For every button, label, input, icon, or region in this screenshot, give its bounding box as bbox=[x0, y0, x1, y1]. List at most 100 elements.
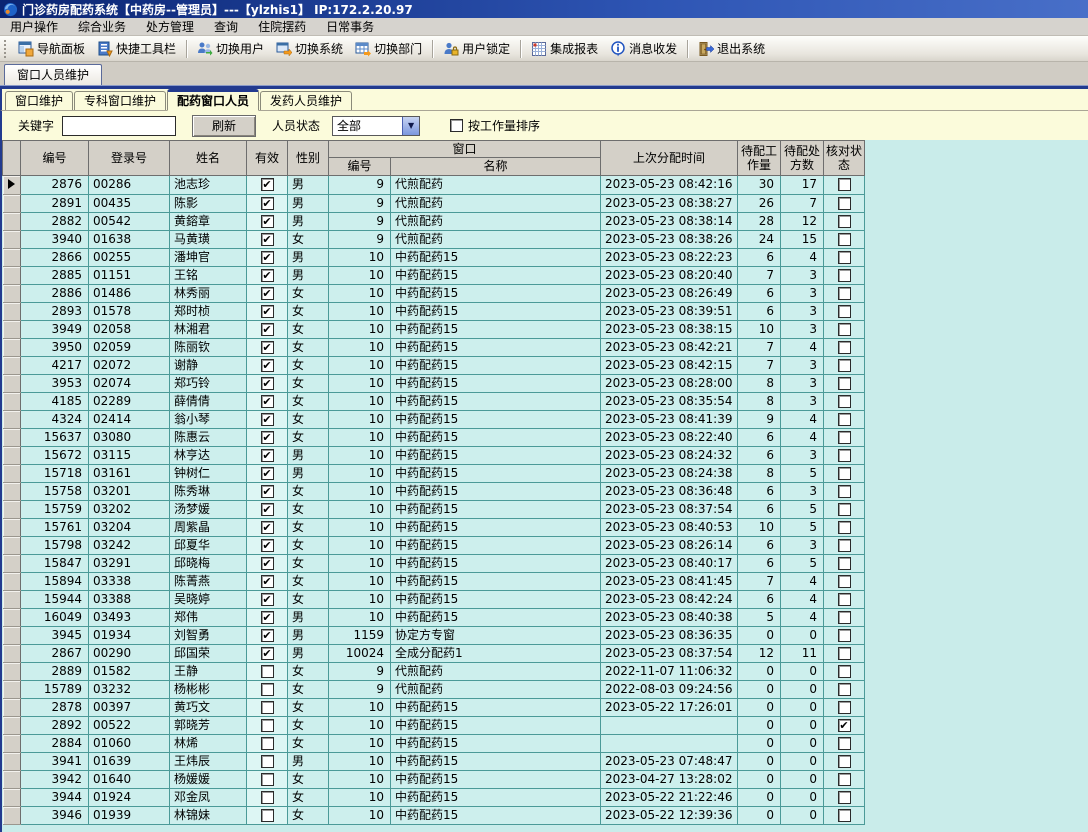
table-row[interactable]: 2884 01060 林烯 女 10 中药配药15 0 0 bbox=[2, 734, 866, 753]
valid-checkbox[interactable]: ✔ bbox=[260, 466, 274, 480]
row-selector[interactable] bbox=[2, 482, 21, 501]
valid-checkbox[interactable]: ✔ bbox=[260, 574, 274, 588]
table-row[interactable]: 15789 03232 杨彬彬女 9 代煎配药 2022-08-03 09:24:56 0 0 bbox=[2, 680, 866, 699]
valid-checkbox[interactable]: ✔ bbox=[260, 502, 274, 516]
table-row[interactable]: 2892 00522 郭晓芳 女 10 中药配药15 0 0 ✔ bbox=[2, 716, 866, 735]
table-row[interactable]: 2876 00286 池志珍 ✔ 男 9 代煎配药 2023-05-23 08:42:16 30… bbox=[2, 175, 866, 195]
check-status-checkbox[interactable] bbox=[837, 520, 851, 534]
table-row[interactable]: 2878 00397 黄巧文 女 10 中药配药15 2023-05-22 17:26:01… bbox=[2, 698, 866, 717]
valid-checkbox[interactable]: ✔ bbox=[260, 448, 274, 462]
row-selector[interactable] bbox=[2, 788, 21, 807]
row-selector[interactable] bbox=[2, 626, 21, 645]
switch-user-button[interactable]: 切换用户 bbox=[191, 38, 270, 60]
valid-checkbox[interactable]: ✔ bbox=[260, 286, 274, 300]
check-status-checkbox[interactable] bbox=[837, 466, 851, 480]
menu-daily[interactable]: 日常事务 bbox=[316, 18, 384, 36]
tab-issuing-staff-maintenance[interactable]: 发药人员维护 bbox=[260, 91, 353, 110]
row-selector[interactable] bbox=[2, 374, 21, 393]
check-status-checkbox[interactable] bbox=[837, 664, 851, 678]
table-row[interactable]: 2867 00290 邱国荣 ✔ 男 10024 全成分配药1 2023-05-23 08:3… bbox=[2, 644, 866, 663]
row-selector[interactable] bbox=[2, 518, 21, 537]
row-selector[interactable] bbox=[2, 266, 21, 285]
check-status-checkbox[interactable] bbox=[837, 790, 851, 804]
check-status-checkbox[interactable] bbox=[837, 358, 851, 372]
check-status-checkbox[interactable] bbox=[837, 430, 851, 444]
valid-checkbox[interactable]: ✔ bbox=[260, 358, 274, 372]
valid-checkbox[interactable]: ✔ bbox=[260, 556, 274, 570]
valid-checkbox[interactable]: ✔ bbox=[260, 538, 274, 552]
valid-checkbox[interactable] bbox=[260, 772, 274, 786]
user-lock-button[interactable]: 用户锁定 bbox=[437, 38, 516, 60]
table-row[interactable]: 15761 03204 周紫晶 ✔ 女 10 中药配药15 2023-05-23 08:40:… bbox=[2, 518, 866, 537]
valid-checkbox[interactable]: ✔ bbox=[260, 322, 274, 336]
valid-checkbox[interactable]: ✔ bbox=[260, 250, 274, 264]
check-status-checkbox[interactable] bbox=[837, 322, 851, 336]
toolbar-grip[interactable] bbox=[4, 39, 8, 58]
valid-checkbox[interactable]: ✔ bbox=[260, 610, 274, 624]
check-status-checkbox[interactable] bbox=[837, 808, 851, 822]
table-row[interactable]: 4217 02072 谢静 ✔ 女 10 中药配药15 2023-05-23 08:42:15… bbox=[2, 356, 866, 375]
quick-toolbar-button[interactable]: 快捷工具栏 bbox=[91, 38, 182, 60]
valid-checkbox[interactable]: ✔ bbox=[260, 304, 274, 318]
nav-panel-button[interactable]: 导航面板 bbox=[12, 38, 91, 60]
valid-checkbox[interactable]: ✔ bbox=[260, 214, 274, 228]
table-row[interactable]: 2882 00542 黄鎔章 ✔ 男 9 代煎配药 2023-05-23 08:38:14 28… bbox=[2, 212, 866, 231]
table-row[interactable]: 15718 03161 钟树仁 ✔ 男 10 中药配药15 2023-05-23 08:24:… bbox=[2, 464, 866, 483]
table-row[interactable]: 15672 03115 林亨达 ✔ 男 10 中药配药15 2023-05-23 08:24:… bbox=[2, 446, 866, 465]
row-selector[interactable] bbox=[2, 662, 21, 681]
row-selector[interactable] bbox=[2, 464, 21, 483]
table-row[interactable]: 15637 03080 陈惠云 ✔ 女 10 中药配药15 2023-05-23 08:22:… bbox=[2, 428, 866, 447]
row-selector[interactable] bbox=[2, 806, 21, 825]
table-row[interactable]: 2885 01151 王铭 ✔ 男 10 中药配药15 2023-05-23 08:20:40… bbox=[2, 266, 866, 285]
check-status-checkbox[interactable] bbox=[837, 412, 851, 426]
valid-checkbox[interactable]: ✔ bbox=[260, 178, 274, 192]
table-row[interactable]: 15847 03291 邱晓梅 ✔ 女 10 中药配药15 2023-05-23 08:40:… bbox=[2, 554, 866, 573]
row-selector[interactable] bbox=[2, 536, 21, 555]
row-selector-current[interactable] bbox=[2, 175, 21, 195]
check-status-checkbox[interactable] bbox=[837, 304, 851, 318]
table-row[interactable]: 4324 02414 翁小琴 ✔ 女 10 中药配药15 2023-05-23 08:41:3… bbox=[2, 410, 866, 429]
row-selector[interactable] bbox=[2, 356, 21, 375]
menu-rx-mgmt[interactable]: 处方管理 bbox=[136, 18, 204, 36]
row-selector[interactable] bbox=[2, 194, 21, 213]
report-button[interactable]: 集成报表 bbox=[525, 38, 604, 60]
valid-checkbox[interactable]: ✔ bbox=[260, 592, 274, 606]
row-selector[interactable] bbox=[2, 698, 21, 717]
table-row[interactable]: 3949 02058 林湘君 ✔ 女 10 中药配药15 2023-05-23 08:38:1… bbox=[2, 320, 866, 339]
check-status-checkbox[interactable] bbox=[837, 394, 851, 408]
check-status-checkbox[interactable] bbox=[837, 682, 851, 696]
table-row[interactable]: 3945 01934 刘智勇 ✔ 男 1159 协定方专窗 2023-05-23 08:36:… bbox=[2, 626, 866, 645]
table-row[interactable]: 3950 02059 陈丽钦 ✔ 女 10 中药配药15 2023-05-23 08:42:2… bbox=[2, 338, 866, 357]
check-status-checkbox[interactable] bbox=[837, 610, 851, 624]
row-selector[interactable] bbox=[2, 572, 21, 591]
menu-query[interactable]: 查询 bbox=[204, 18, 248, 36]
table-row[interactable]: 2886 01486 林秀丽 ✔ 女 10 中药配药15 2023-05-23 08:26:4… bbox=[2, 284, 866, 303]
check-status-checkbox[interactable] bbox=[837, 250, 851, 264]
valid-checkbox[interactable] bbox=[260, 790, 274, 804]
tab-dispensing-window-staff[interactable]: 配药窗口人员 bbox=[167, 89, 260, 111]
table-row[interactable]: 2866 00255 潘坤官 ✔ 男 10 中药配药15 2023-05-23 08:22:2… bbox=[2, 248, 866, 267]
valid-checkbox[interactable]: ✔ bbox=[260, 484, 274, 498]
row-selector[interactable] bbox=[2, 680, 21, 699]
menu-inpatient[interactable]: 住院摆药 bbox=[248, 18, 316, 36]
row-selector[interactable] bbox=[2, 302, 21, 321]
check-status-checkbox[interactable] bbox=[837, 574, 851, 588]
check-status-checkbox[interactable] bbox=[837, 196, 851, 210]
check-status-checkbox[interactable] bbox=[837, 628, 851, 642]
check-status-checkbox[interactable] bbox=[837, 700, 851, 714]
table-row[interactable]: 3953 02074 郑巧铃 ✔ 女 10 中药配药15 2023-05-23 08:28:0… bbox=[2, 374, 866, 393]
check-status-checkbox[interactable] bbox=[837, 772, 851, 786]
sort-by-workload-checkbox[interactable] bbox=[450, 119, 464, 132]
row-selector[interactable] bbox=[2, 590, 21, 609]
valid-checkbox[interactable]: ✔ bbox=[260, 376, 274, 390]
refresh-button[interactable]: 刷新 bbox=[192, 114, 257, 137]
table-row[interactable]: 15894 03338 陈菁燕 ✔ 女 10 中药配药15 2023-05-23 08:41:… bbox=[2, 572, 866, 591]
row-selector[interactable] bbox=[2, 734, 21, 753]
row-selector[interactable] bbox=[2, 212, 21, 231]
valid-checkbox[interactable] bbox=[260, 808, 274, 822]
check-status-checkbox[interactable] bbox=[837, 340, 851, 354]
table-row[interactable]: 15798 03242 邱夏华 ✔ 女 10 中药配药15 2023-05-23 08:26:… bbox=[2, 536, 866, 555]
valid-checkbox[interactable] bbox=[260, 700, 274, 714]
check-status-checkbox[interactable] bbox=[837, 448, 851, 462]
table-row[interactable]: 16049 03493 郑伟 ✔ 男 10 中药配药15 2023-05-23 08:40:3… bbox=[2, 608, 866, 627]
